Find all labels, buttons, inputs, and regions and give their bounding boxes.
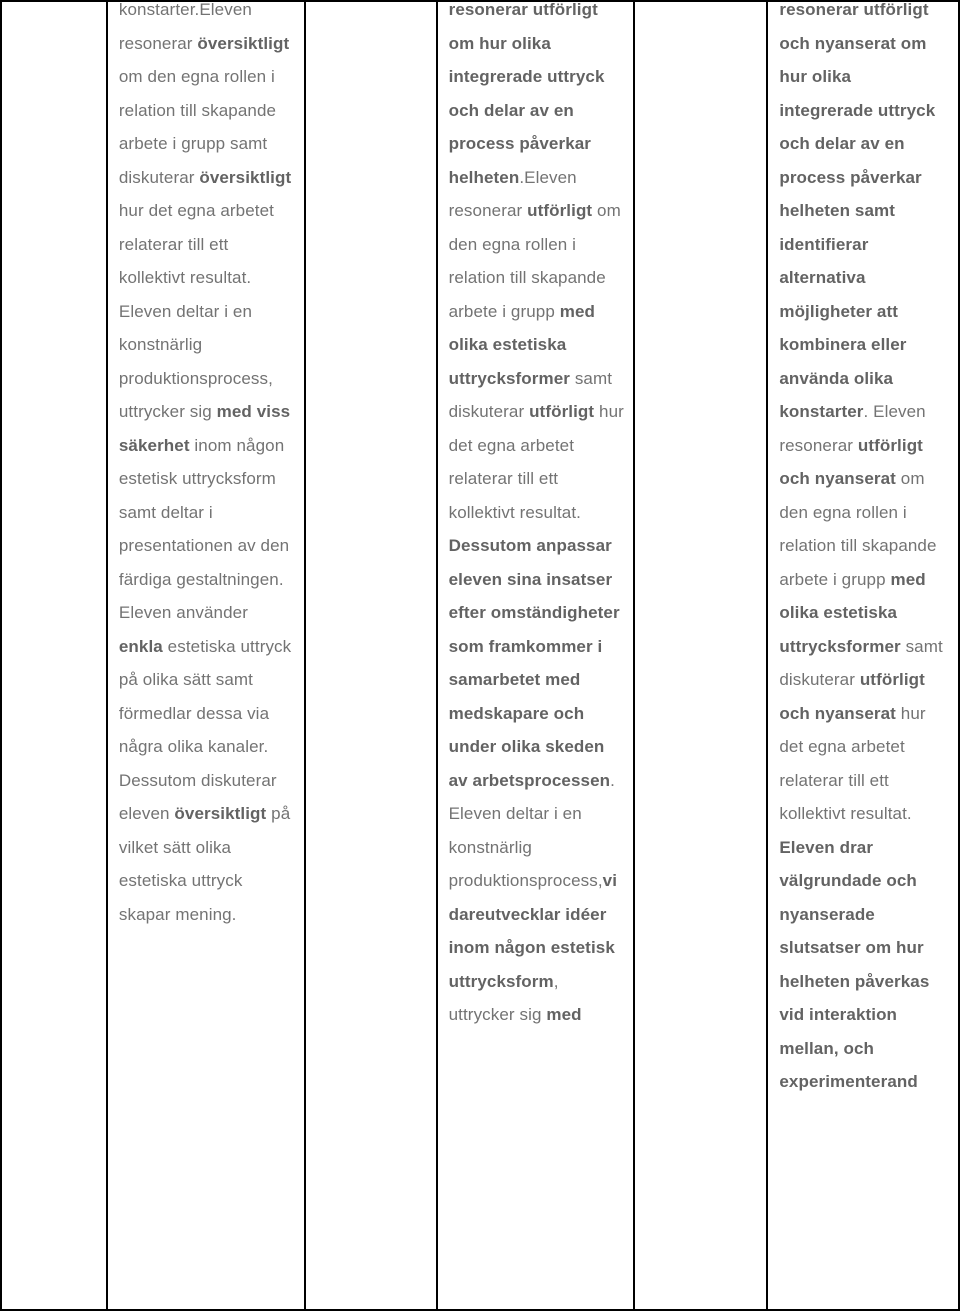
table-cell-criteria-e: konstarter.Eleven resonerar översiktligt… bbox=[105, 0, 306, 1311]
table-cell-criteria-a: resonerar utförligt och nyanserat om hur… bbox=[766, 0, 960, 1311]
table-cell-gap-2 bbox=[633, 0, 769, 1311]
grading-criteria-table: konstarter.Eleven resonerar översiktligt… bbox=[0, 0, 960, 1311]
criteria-text-a: resonerar utförligt och nyanserat om hur… bbox=[779, 0, 943, 1091]
table-cell-criteria-c: resonerar utförligt om hur olika integre… bbox=[435, 0, 636, 1311]
criteria-text-c: resonerar utförligt om hur olika integre… bbox=[448, 0, 624, 1024]
table-row: konstarter.Eleven resonerar översiktligt… bbox=[0, 0, 960, 1311]
criteria-text-e: konstarter.Eleven resonerar översiktligt… bbox=[118, 0, 292, 924]
table-cell-margin bbox=[0, 0, 108, 1311]
table-cell-gap-1 bbox=[303, 0, 438, 1311]
